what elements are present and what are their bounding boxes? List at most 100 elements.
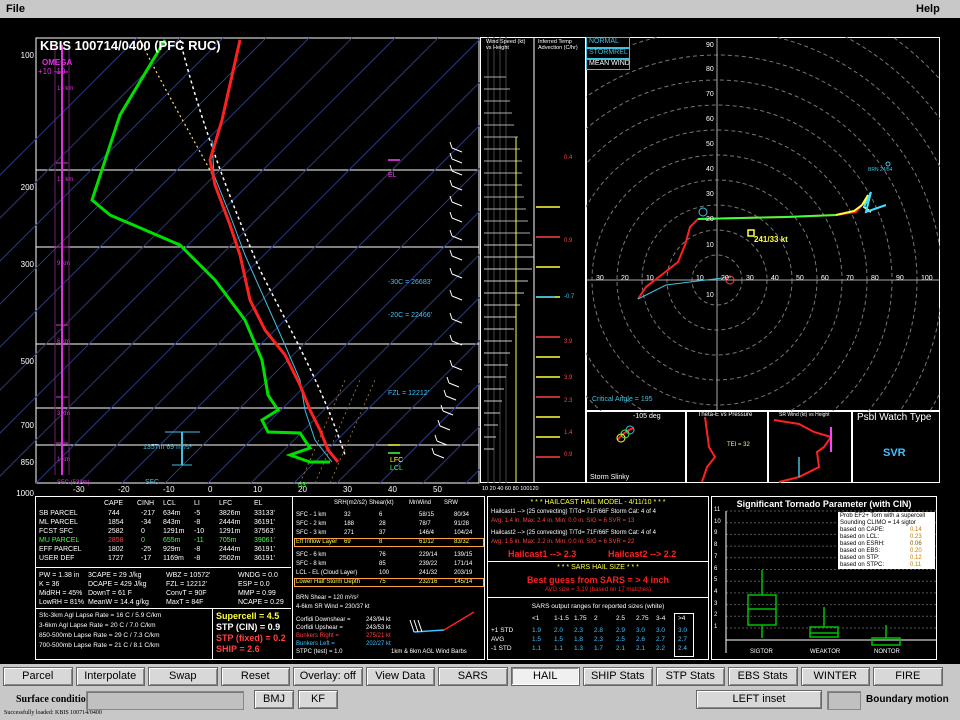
hail-button[interactable]: HAIL: [510, 667, 580, 686]
sars-cell: 2.1: [616, 645, 626, 652]
hodo-x-tick: 20: [621, 275, 629, 282]
temp-label: 40: [388, 485, 397, 494]
view-data-button[interactable]: View Data: [365, 667, 435, 686]
composite-index: Supercell = 4.5: [216, 611, 280, 621]
temp-label: -20: [118, 485, 130, 494]
sfc-label: SFC: [145, 479, 159, 486]
height-label: SFC (532m): [57, 480, 90, 486]
storm-motion: 202/27 kt: [366, 641, 391, 647]
pressure-label: 850: [20, 458, 34, 467]
hodo-tab-mean-wind[interactable]: MEAN WIND: [586, 59, 630, 70]
index-cell: WBZ = 10572': [166, 572, 211, 579]
table-cell: 1291m: [163, 528, 185, 535]
table-header: LCL: [163, 500, 176, 507]
srh-cell: 239/22: [419, 561, 438, 567]
menu-bar: File Help: [0, 0, 960, 18]
stp-stats-button[interactable]: STP Stats: [655, 667, 725, 686]
fire-button[interactable]: FIRE: [873, 667, 943, 686]
sars-cell: 2.9: [616, 627, 626, 634]
height-label: 6 km: [57, 339, 71, 345]
sars-col: 1.75: [574, 615, 587, 622]
hodo-y-tick: 60: [706, 116, 714, 123]
ebs-stats-button[interactable]: EBS Stats: [728, 667, 798, 686]
help-menu[interactable]: Help: [916, 3, 940, 15]
critical-angle: Critical Angle = 195: [592, 396, 653, 403]
srh-cell: 100: [379, 570, 390, 576]
table-cell: -10: [194, 528, 205, 535]
hodo-trace-mid: [697, 214, 837, 220]
table-cell: 36191': [254, 546, 275, 553]
sars-cell: 2.3: [574, 627, 584, 634]
sars-cell: 2.7: [656, 636, 666, 643]
sars-button[interactable]: SARS: [438, 667, 508, 686]
sars-cell: 2.2: [656, 645, 666, 652]
table-cell: USER DEF: [39, 555, 75, 562]
stp-y-label: 10: [714, 518, 721, 525]
table-cell: 2444m: [219, 519, 241, 526]
overlay-off-button[interactable]: Overlay: off: [293, 667, 363, 686]
index-cell: MMP = 0.99: [238, 590, 276, 597]
reset-button[interactable]: Reset: [220, 667, 290, 686]
srh-cell: 85: [379, 561, 386, 567]
boundary-motion-field[interactable]: [827, 691, 861, 710]
interpolate-button[interactable]: Interpolate: [75, 667, 145, 686]
sars-cell: 1.5: [532, 636, 542, 643]
srh-cell: LCL - EL (Cloud Layer): [296, 570, 358, 576]
sars-cell: 2.0: [554, 627, 564, 634]
index-cell: K = 36: [39, 581, 60, 588]
kf-button[interactable]: KF: [298, 690, 338, 709]
temperature-trace: [208, 39, 340, 463]
sars-cell: 3.0: [656, 627, 666, 634]
omega-label: OMEGA: [42, 58, 73, 67]
temp-adv-value: 2.3: [564, 398, 573, 404]
bmj-button[interactable]: BMJ: [254, 690, 294, 709]
table-cell: 2582: [108, 528, 124, 535]
brn-shear: BRN Shear = 120 m²/s²: [296, 595, 359, 601]
srh-cell: 37: [379, 530, 386, 536]
sars-cell: 1.5: [554, 636, 564, 643]
index-cell: DCAPE = 429 J/kg: [88, 581, 147, 588]
pressure-label: 300: [20, 260, 34, 269]
composite-index: STP (fixed) = 0.2: [216, 633, 286, 643]
hodo-y-tick: 90: [706, 42, 714, 49]
table-cell: 2502m: [219, 555, 241, 562]
sars-cell: -1 STD: [491, 645, 512, 652]
table-header: EL: [254, 500, 263, 507]
index-cell: LowRH = 81%: [39, 599, 84, 606]
left-inset-button[interactable]: LEFT inset: [696, 690, 822, 709]
pressure-label: 200: [20, 183, 34, 192]
wind-speed-panel: Wind Speed (kt) vs Height Inferred Temp …: [480, 37, 586, 492]
table-header: LI: [194, 500, 200, 507]
ship-stats-button[interactable]: SHIP Stats: [583, 667, 653, 686]
file-menu[interactable]: File: [6, 3, 25, 15]
stp-x-label: SIGTOR: [750, 649, 773, 655]
hodo-tab-stormrel[interactable]: STORMREL: [586, 48, 630, 59]
srh-header: SRH(m2/s2): [334, 500, 368, 506]
table-cell: 1854: [108, 519, 124, 526]
swap-button[interactable]: Swap: [148, 667, 218, 686]
index-cell: 3CAPE = 29 J/kg: [88, 572, 142, 579]
winter-button[interactable]: WINTER: [800, 667, 870, 686]
el-label: EL: [388, 172, 397, 179]
surface-conditions-field[interactable]: [86, 691, 244, 710]
stp-prob-row: based on STP: 0.12: [840, 555, 922, 561]
pressure-label: 700: [20, 421, 34, 430]
hodo-tab-normal[interactable]: NORMAL: [586, 37, 630, 48]
minus30-label: -30C = 26683': [388, 279, 432, 286]
parcel-button[interactable]: Parcel: [3, 667, 73, 686]
srh-cell: 78/7: [419, 521, 431, 527]
sars-col: 2.75: [636, 615, 649, 622]
storm-motion-label: 241/33 kt: [754, 235, 788, 244]
stp-y-label: 5: [714, 577, 718, 584]
fzl-label: FZL = 12212': [388, 390, 429, 397]
stpc-value: STPC (test) = 1.0: [296, 649, 343, 655]
sounding-title: KBIS 100714/0400 (PFC RUC): [40, 38, 221, 53]
srh-cell: SFC - 8 km: [296, 561, 327, 567]
temp-adv-value: 0.9: [564, 238, 573, 244]
table-cell: SB PARCEL: [39, 510, 78, 517]
srh-cell: 80/34: [454, 512, 470, 518]
skewt-panel[interactable]: KBIS 100714/0400 (PFC RUC) OMEGA +10 -10…: [0, 18, 480, 498]
hodograph-panel[interactable]: NORMAL STORMREL MEAN WIND 90 80 70 60 50 40 30 20…: [586, 37, 940, 411]
table-cell: 36191': [254, 519, 275, 526]
table-cell: -5: [194, 510, 201, 517]
